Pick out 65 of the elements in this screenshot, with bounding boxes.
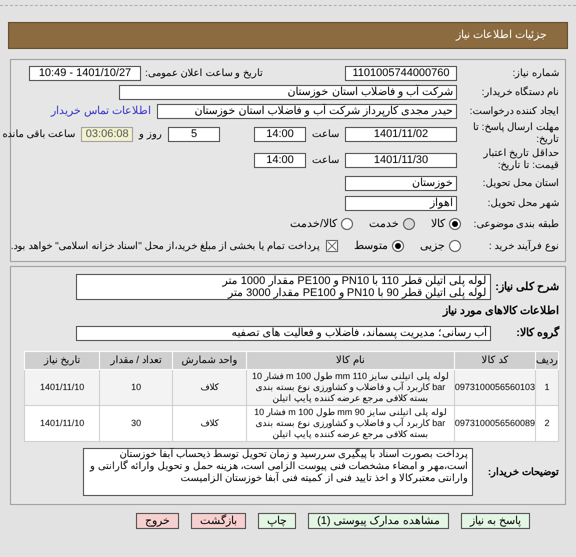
column-header: تعداد / مقدار xyxy=(100,352,173,370)
field-label: نوع فرآیند خرید : xyxy=(488,239,559,254)
description-line: لوله پلی اتیلن قطر 110 با PN10 و PE100 مقدار 1000 متر xyxy=(221,275,486,287)
input-field[interactable]: 1401/11/02 xyxy=(345,126,457,142)
table-cell: 30 xyxy=(100,406,173,442)
field-label: شماره نیاز: xyxy=(511,67,559,81)
field-label: ساعت باقی مانده xyxy=(2,128,76,142)
checkbox[interactable] xyxy=(326,240,338,252)
table-cell: لوله پلی اتیلنی سایز 90 mm طول 100 m فشار 10 bar کاربرد آب و فاضلاب و کشاورزی نوع بسته بندی بسته کلافی مرجع عرضه کننده پایپ اتیلن xyxy=(246,406,454,442)
action-button[interactable]: پاسخ به نیاز xyxy=(460,513,530,529)
radio-button[interactable] xyxy=(341,218,353,230)
radio-button[interactable] xyxy=(392,240,404,252)
input-field[interactable]: 14:00 xyxy=(254,126,306,142)
radio-label: کالا/خدمت xyxy=(290,216,337,232)
input-field[interactable]: خوزستان xyxy=(345,176,457,190)
radio-label: جزیی xyxy=(420,238,445,254)
input-field[interactable]: 14:00 xyxy=(254,152,306,168)
radio-button[interactable] xyxy=(449,240,461,252)
field-label: ساعت xyxy=(312,128,339,142)
radio-button[interactable] xyxy=(449,218,461,230)
action-button[interactable]: چاپ xyxy=(258,513,296,529)
input-field[interactable]: 1401/10/27 - 10:49 xyxy=(29,66,141,81)
column-header: واحد شمارش xyxy=(172,352,247,370)
description-line: لوله پلی اتیلن قطر 90 با PN10 و PE100 مقدار 3000 متر xyxy=(226,287,486,299)
column-header: نام کالا xyxy=(246,352,454,370)
input-field[interactable]: اهواز xyxy=(345,196,457,210)
field-label: روز و xyxy=(139,128,162,142)
field-label: طبقه بندی موضوعی: xyxy=(472,218,559,232)
input-field[interactable]: 1401/11/30 xyxy=(345,152,457,168)
description-box[interactable]: لوله پلی اتیلن قطر 110 با PN10 و PE100 مقدار 1000 متر لوله پلی اتیلن قطر 90 با PN10 و PE100 مقدار 3000 متر xyxy=(76,274,491,300)
table-cell: 2 xyxy=(536,406,558,442)
action-button[interactable]: خروج xyxy=(136,513,180,529)
section-heading: اطلاعات کالاهای مورد نیاز xyxy=(441,304,559,319)
field-label: مهلت ارسال پاسخ: تا تاریخ: xyxy=(472,122,559,146)
field-label: شهر محل تحویل: xyxy=(486,196,559,210)
notes-box[interactable]: پرداخت بصورت اسناد با پیگیری سررسید و زمان تحویل توسط ذیحساب آبفا خوزستان است،مهر و امضاء مشخصات فنی پیوست الزامی است، هزینه حمل و تحویل وارائه گارانتی و وارانتی معتبرکالا و اخذ تایید فنی از کمیته فنی آبفا خوزستان الزامیست xyxy=(83,448,473,496)
checkbox-label: پرداخت تمام یا بخشی از مبلغ خرید،از محل "اسناد خزانه اسلامی" خواهد بود. xyxy=(10,240,320,254)
radio-label: کالا xyxy=(431,216,445,232)
field-label: ساعت xyxy=(312,154,339,168)
table-cell: کلاف xyxy=(172,406,247,442)
field-label: توضیحات خریدار: xyxy=(486,466,559,480)
input-field[interactable]: 1101005744000760 xyxy=(345,66,457,81)
column-header: ردیف xyxy=(536,352,558,370)
field-label: شرح کلی نیاز: xyxy=(497,280,559,295)
field-label: استان محل تحویل: xyxy=(482,176,559,190)
field-label: حداقل تاریخ اعتبار قیمت: تا تاریخ: xyxy=(482,148,559,172)
countdown-field: 03:06:08 xyxy=(81,126,134,142)
input-field[interactable]: حیدر مجدی کارپرداز شرکت آب و فاضلاب استان خوزستان xyxy=(157,104,457,119)
field-label: گروه کالا: xyxy=(515,324,559,341)
table-cell: 1401/11/10 xyxy=(24,406,100,442)
column-header: تاریخ نیاز xyxy=(24,352,100,370)
action-button[interactable]: مشاهده مدارک پیوستی (1) xyxy=(308,513,449,529)
page-title: جزئیات اطلاعات نیاز xyxy=(456,28,547,44)
field-label: ایجاد کننده درخواست: xyxy=(468,105,559,119)
field-label: نام دستگاه خریدار: xyxy=(480,85,559,100)
radio-label: خدمت xyxy=(369,216,399,232)
radio-label: متوسط xyxy=(354,238,388,254)
field-label: تاریخ و ساعت اعلان عمومی: xyxy=(147,67,263,81)
table-cell: 0973100056560089 xyxy=(454,406,536,442)
input-field[interactable]: 5 xyxy=(168,126,220,142)
input-field[interactable]: شرکت آب و فاضلاب استان خوزستان xyxy=(119,85,457,100)
contact-link[interactable]: اطلاعات تماس خریدار xyxy=(50,103,151,120)
action-button[interactable]: بازگشت xyxy=(191,513,246,529)
input-field[interactable]: آب رسانی؛ مدیریت پسماند، فاضلاب و فعالیت های تصفیه xyxy=(76,326,491,340)
column-header: کد کالا xyxy=(454,352,536,370)
